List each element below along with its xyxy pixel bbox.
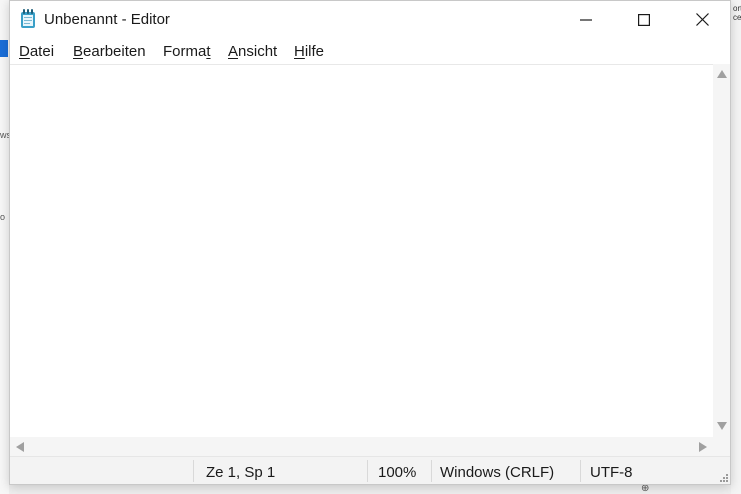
vertical-scrollbar[interactable] [713, 64, 730, 437]
background-text-fragment: ortce [733, 4, 741, 22]
resize-grip-icon[interactable] [718, 472, 728, 482]
scroll-left-arrow-icon[interactable] [16, 442, 24, 452]
menu-bar: Datei Bearbeiten Format Ansicht Hilfe [10, 38, 730, 64]
menu-access-key: H [294, 43, 305, 60]
background-window-bottom: ⊕ [9, 483, 731, 494]
window-title: Unbenannt - Editor [44, 11, 170, 28]
menu-datei[interactable]: Datei [19, 43, 54, 60]
menu-bearbeiten[interactable]: Bearbeiten [73, 43, 146, 60]
maximize-button[interactable] [615, 1, 673, 38]
status-separator [580, 460, 581, 482]
menu-format[interactable]: Format [163, 43, 211, 60]
horizontal-scrollbar[interactable] [10, 437, 713, 456]
status-zoom: 100% [378, 464, 417, 481]
notepad-icon [20, 9, 36, 29]
menu-hilfe[interactable]: Hilfe [294, 43, 324, 60]
text-editor-area[interactable] [10, 64, 713, 437]
menu-access-key: A [228, 43, 239, 60]
minimize-button[interactable] [557, 1, 615, 38]
maximize-icon [638, 13, 650, 26]
menu-access-key: t [206, 43, 211, 60]
title-bar[interactable]: Unbenannt - Editor [10, 1, 730, 38]
background-window-right: ortce [731, 0, 741, 494]
status-separator [367, 460, 368, 482]
scroll-down-arrow-icon[interactable] [717, 422, 727, 430]
status-separator [193, 460, 194, 482]
status-encoding: UTF-8 [590, 464, 633, 481]
close-icon [695, 13, 709, 26]
status-line-ending: Windows (CRLF) [440, 464, 555, 481]
scroll-up-arrow-icon[interactable] [717, 70, 727, 78]
background-text-fragment: o [0, 212, 6, 222]
background-accent-tab [0, 40, 8, 57]
scroll-right-arrow-icon[interactable] [699, 442, 707, 452]
menu-access-key: D [19, 43, 30, 60]
menu-access-key: B [73, 43, 84, 60]
status-bar: Ze 1, Sp 1 100% Windows (CRLF) UTF-8 [10, 456, 730, 484]
scrollbar-corner [713, 437, 730, 456]
status-cursor-position: Ze 1, Sp 1 [206, 464, 276, 481]
status-separator [431, 460, 432, 482]
close-button[interactable] [673, 1, 731, 38]
minimize-icon [580, 18, 592, 21]
menu-ansicht[interactable]: Ansicht [228, 43, 277, 60]
notepad-window: Unbenannt - Editor Datei Bearbeiten Form… [9, 0, 731, 485]
